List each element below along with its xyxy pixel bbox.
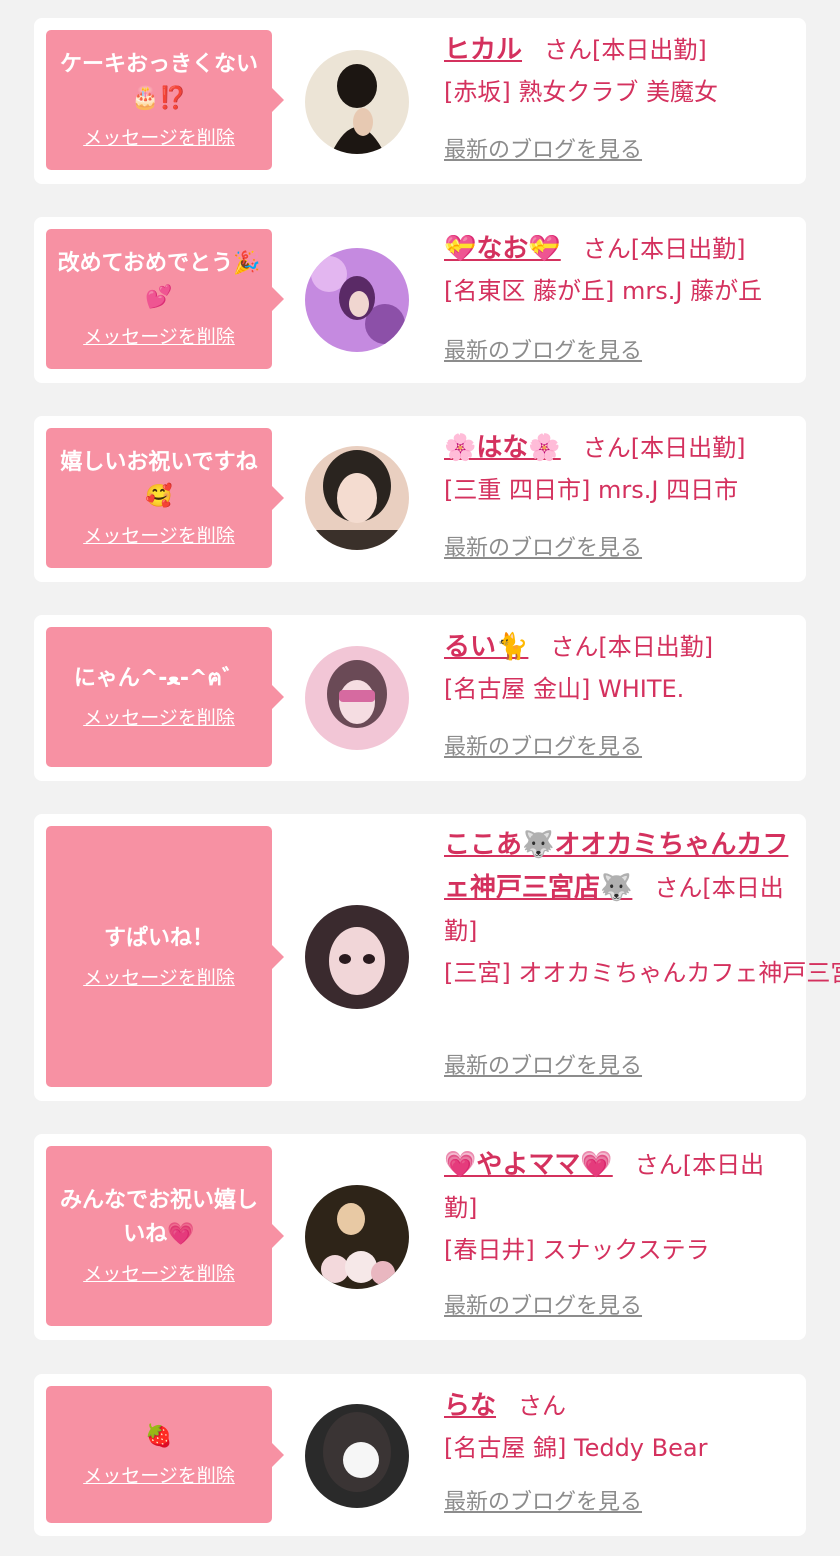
avatar[interactable]	[305, 905, 409, 1009]
shop-info: [春日井] スナックステラ	[444, 1236, 710, 1264]
cast-name-link[interactable]: るい🐈	[444, 632, 528, 662]
message-text: すぱいね！	[103, 925, 214, 951]
cast-name-link[interactable]: 💗やよママ💗	[444, 1150, 613, 1180]
latest-blog-link[interactable]: 最新のブログを見る	[444, 733, 642, 763]
message-text: 改めておめでとう🎉💕	[57, 251, 261, 310]
message-text: みんなでお祝い嬉しいね💗	[59, 1188, 258, 1247]
honorific: さん	[582, 434, 631, 462]
avatar-photo	[305, 1404, 409, 1508]
message-bubble: すぱいね！ メッセージを削除	[46, 826, 284, 1087]
avatar[interactable]	[305, 1185, 409, 1289]
avatar[interactable]	[305, 646, 409, 750]
avatar[interactable]	[305, 248, 409, 352]
message-card: 嬉しいお祝いですね🥰 メッセージを削除 🌸はな🌸 さん[本日出勤] [三重 四日市…	[34, 416, 806, 582]
avatar-photo	[305, 50, 409, 154]
shop-info: [名古屋 金山] WHITE.	[444, 675, 685, 703]
latest-blog-link[interactable]: 最新のブログを見る	[444, 337, 642, 367]
cast-name-link[interactable]: ヒカル	[444, 35, 522, 65]
delete-message-link[interactable]: メッセージを削除	[83, 704, 235, 732]
message-text: ケーキおっきくない🎂⁉️	[59, 52, 258, 111]
honorific: さん	[654, 874, 703, 902]
shop-info: [赤坂] 熟女クラブ 美魔女	[444, 78, 718, 106]
cast-info: 💝なお💝 さん[本日出勤] [名東区 藤が丘] mrs.J 藤が丘	[444, 227, 792, 311]
message-bubble: ケーキおっきくない🎂⁉️ メッセージを削除	[46, 30, 284, 170]
delete-message-link[interactable]: メッセージを削除	[83, 1260, 235, 1288]
delete-message-link[interactable]: メッセージを削除	[83, 124, 235, 152]
message-bubble: 🍓 メッセージを削除	[46, 1386, 284, 1523]
cast-name-link[interactable]: 🌸はな🌸	[444, 433, 561, 463]
message-list: ケーキおっきくない🎂⁉️ メッセージを削除 ヒカル さん[本日出勤] [赤坂] 熟…	[0, 0, 840, 1556]
message-card: にゃん^-ﻌ-^ฅ゛ メッセージを削除 るい🐈 さん[本日出勤] [名古屋 金山]…	[34, 615, 806, 781]
avatar[interactable]	[305, 50, 409, 154]
attendance-status: [本日出勤]	[592, 36, 707, 64]
honorific: さん	[544, 36, 593, 64]
delete-message-link[interactable]: メッセージを削除	[83, 1462, 235, 1490]
avatar-photo	[305, 646, 409, 750]
delete-message-link[interactable]: メッセージを削除	[83, 964, 235, 992]
latest-blog-link[interactable]: 最新のブログを見る	[444, 1292, 642, 1322]
message-bubble: みんなでお祝い嬉しいね💗 メッセージを削除	[46, 1146, 284, 1326]
cast-info: 🌸はな🌸 さん[本日出勤] [三重 四日市] mrs.J 四日市	[444, 426, 792, 510]
message-text: にゃん^-ﻌ-^ฅ゛	[73, 666, 245, 691]
message-card: 改めておめでとう🎉💕 メッセージを削除 💝なお💝 さん[本日出勤] [名東区 藤が…	[34, 217, 806, 383]
avatar-photo	[305, 905, 409, 1009]
latest-blog-link[interactable]: 最新のブログを見る	[444, 534, 642, 564]
message-bubble: にゃん^-ﻌ-^ฅ゛ メッセージを削除	[46, 627, 284, 767]
message-card: すぱいね！ メッセージを削除 ここあ🐺オオカミちゃんカフェ神戸三宮店🐺 さん[本日…	[34, 814, 840, 1101]
delete-message-link[interactable]: メッセージを削除	[83, 323, 235, 351]
cast-info: らな さん [名古屋 錦] Teddy Bear	[444, 1384, 792, 1468]
shop-info: [三宮] オオカミちゃんカフェ神戸三宮店	[444, 959, 840, 987]
avatar-photo	[305, 248, 409, 352]
avatar[interactable]	[305, 446, 409, 550]
cast-info: るい🐈 さん[本日出勤] [名古屋 金山] WHITE.	[444, 625, 792, 709]
cast-name-link[interactable]: 💝なお💝	[444, 234, 561, 264]
shop-info: [名東区 藤が丘] mrs.J 藤が丘	[444, 277, 763, 305]
cast-info: ヒカル さん[本日出勤] [赤坂] 熟女クラブ 美魔女	[444, 28, 792, 112]
message-bubble: 改めておめでとう🎉💕 メッセージを削除	[46, 229, 284, 369]
avatar[interactable]	[305, 1404, 409, 1508]
shop-info: [三重 四日市] mrs.J 四日市	[444, 476, 739, 504]
latest-blog-link[interactable]: 最新のブログを見る	[444, 136, 642, 166]
message-bubble: 嬉しいお祝いですね🥰 メッセージを削除	[46, 428, 284, 568]
attendance-status: [本日出勤]	[598, 633, 714, 661]
avatar-photo	[305, 446, 409, 550]
delete-message-link[interactable]: メッセージを削除	[83, 522, 235, 550]
message-card: ケーキおっきくない🎂⁉️ メッセージを削除 ヒカル さん[本日出勤] [赤坂] 熟…	[34, 18, 806, 184]
attendance-status: [本日出勤]	[630, 434, 746, 462]
honorific: さん	[550, 633, 599, 661]
cast-info: 💗やよママ💗 さん[本日出勤] [春日井] スナックステラ	[444, 1144, 792, 1270]
message-text: 🍓	[145, 1423, 173, 1449]
latest-blog-link[interactable]: 最新のブログを見る	[444, 1488, 642, 1518]
avatar-photo	[305, 1185, 409, 1289]
message-text: 嬉しいお祝いですね🥰	[60, 450, 258, 509]
attendance-status: [本日出勤]	[630, 235, 746, 263]
message-card: みんなでお祝い嬉しいね💗 メッセージを削除 💗やよママ💗 さん[本日出勤] [春日…	[34, 1134, 806, 1340]
honorific: さん	[518, 1392, 567, 1420]
latest-blog-link[interactable]: 最新のブログを見る	[444, 1052, 642, 1082]
shop-info: [名古屋 錦] Teddy Bear	[444, 1434, 708, 1462]
honorific: さん	[634, 1151, 683, 1179]
cast-info: ここあ🐺オオカミちゃんカフェ神戸三宮店🐺 さん[本日出勤] [三宮] オオカミちゃ…	[444, 824, 840, 993]
message-card: 🍓 メッセージを削除 らな さん [名古屋 錦] Teddy Bear 最新のブロ…	[34, 1374, 806, 1536]
honorific: さん	[582, 235, 631, 263]
cast-name-link[interactable]: らな	[444, 1391, 496, 1421]
